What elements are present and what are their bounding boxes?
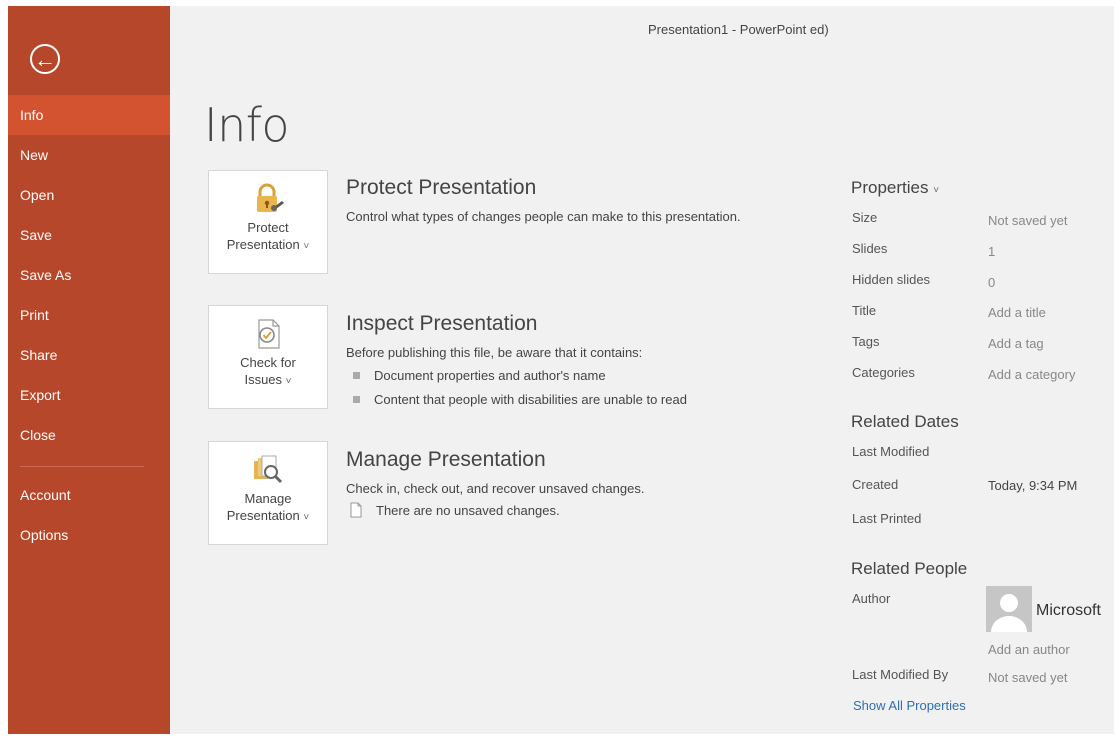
properties-heading: Properties: [851, 178, 929, 197]
inspect-heading: Inspect Presentation: [346, 312, 538, 335]
property-label: Last Printed: [852, 511, 922, 526]
property-label: Hidden slides: [852, 272, 931, 287]
list-item: Document properties and author's name: [353, 368, 606, 383]
property-value: Not saved yet: [988, 213, 1068, 228]
protect-tile-line2: Presentation: [226, 237, 300, 252]
chevron-down-icon: ˅: [933, 185, 940, 196]
nav-item-new[interactable]: New: [8, 135, 170, 175]
person-avatar-icon: [991, 594, 1027, 632]
property-label: Created: [852, 477, 899, 492]
property-value: 1: [988, 244, 996, 259]
property-label: Last Modified: [852, 444, 930, 459]
nav-item-save-as[interactable]: Save As: [8, 255, 170, 295]
lock-key-icon: [257, 183, 284, 212]
manage-presentation-button[interactable]: Manage Presentation ˅: [208, 441, 328, 545]
nav-item-open[interactable]: Open: [8, 175, 170, 215]
add-author-field[interactable]: Add an author: [988, 642, 1070, 657]
document-icon: [350, 502, 362, 518]
protect-tile-line1: Protect: [247, 220, 289, 235]
property-value: Not saved yet: [988, 670, 1068, 685]
inspect-tile-line1: Check for: [240, 355, 296, 370]
list-item: There are no unsaved changes.: [348, 502, 560, 518]
author-name[interactable]: Microsoft: [1036, 602, 1101, 620]
property-label: Title: [852, 303, 877, 318]
nav-item-export[interactable]: Export: [8, 375, 170, 415]
property-label: Author: [852, 591, 891, 606]
title-field[interactable]: Add a title: [988, 305, 1046, 320]
nav-divider: [20, 466, 144, 467]
nav-item-close[interactable]: Close: [8, 415, 170, 455]
manage-tile-line2: Presentation: [226, 508, 300, 523]
related-people-heading: Related People: [851, 559, 968, 578]
nav-item-save[interactable]: Save: [8, 215, 170, 255]
property-label: Categories: [852, 365, 915, 380]
tags-field[interactable]: Add a tag: [988, 336, 1044, 351]
list-item: Content that people with disabilities ar…: [353, 392, 687, 407]
inspect-tile-line2: Issues: [244, 372, 283, 387]
inspect-bullet-text: Document properties and author's name: [374, 368, 606, 383]
protect-presentation-button[interactable]: Protect Presentation ˅: [208, 170, 328, 274]
manage-tile-line1: Manage: [244, 491, 292, 506]
manage-note-text: There are no unsaved changes.: [376, 503, 560, 518]
nav-item-account[interactable]: Account: [8, 475, 170, 515]
check-for-issues-button[interactable]: Check for Issues ˅: [208, 305, 328, 409]
back-arrow-icon[interactable]: ←: [30, 44, 60, 74]
manage-heading: Manage Presentation: [346, 448, 546, 471]
show-all-properties-link[interactable]: Show All Properties: [853, 698, 966, 713]
nav-item-print[interactable]: Print: [8, 295, 170, 335]
protect-description: Control what types of changes people can…: [346, 209, 741, 224]
avatar: [986, 586, 1032, 632]
nav-item-share[interactable]: Share: [8, 335, 170, 375]
nav-item-info[interactable]: Info: [8, 95, 170, 135]
chevron-down-icon: ˅: [285, 376, 292, 387]
property-value: 0: [988, 275, 996, 290]
property-value: Today, 9:34 PM: [988, 478, 1078, 493]
backstage-window: ← Info New Open Save Save As Print Share…: [8, 6, 1114, 734]
property-label: Tags: [852, 334, 880, 349]
protect-heading: Protect Presentation: [346, 176, 537, 199]
inspect-description: Before publishing this file, be aware th…: [346, 345, 643, 360]
chevron-down-icon: ˅: [303, 241, 310, 252]
property-label: Size: [852, 210, 878, 225]
page-title: Info: [204, 98, 290, 152]
bullet-icon: [353, 372, 360, 379]
inspect-bullet-text: Content that people with disabilities ar…: [374, 392, 687, 407]
categories-field[interactable]: Add a category: [988, 367, 1075, 382]
backstage-sidebar: ← Info New Open Save Save As Print Share…: [8, 6, 170, 734]
manage-description: Check in, check out, and recover unsaved…: [346, 481, 645, 496]
property-label: Last Modified By: [852, 667, 949, 682]
nav-item-options[interactable]: Options: [8, 515, 170, 555]
properties-dropdown[interactable]: Properties ˅: [851, 178, 939, 198]
inspect-document-icon: [258, 319, 280, 349]
window-title: Presentation1 - PowerPoint ed): [648, 22, 829, 37]
property-label: Slides: [852, 241, 888, 256]
chevron-down-icon: ˅: [303, 512, 310, 523]
related-dates-heading: Related Dates: [851, 412, 959, 431]
manage-versions-icon: [254, 455, 283, 484]
bullet-icon: [353, 396, 360, 403]
